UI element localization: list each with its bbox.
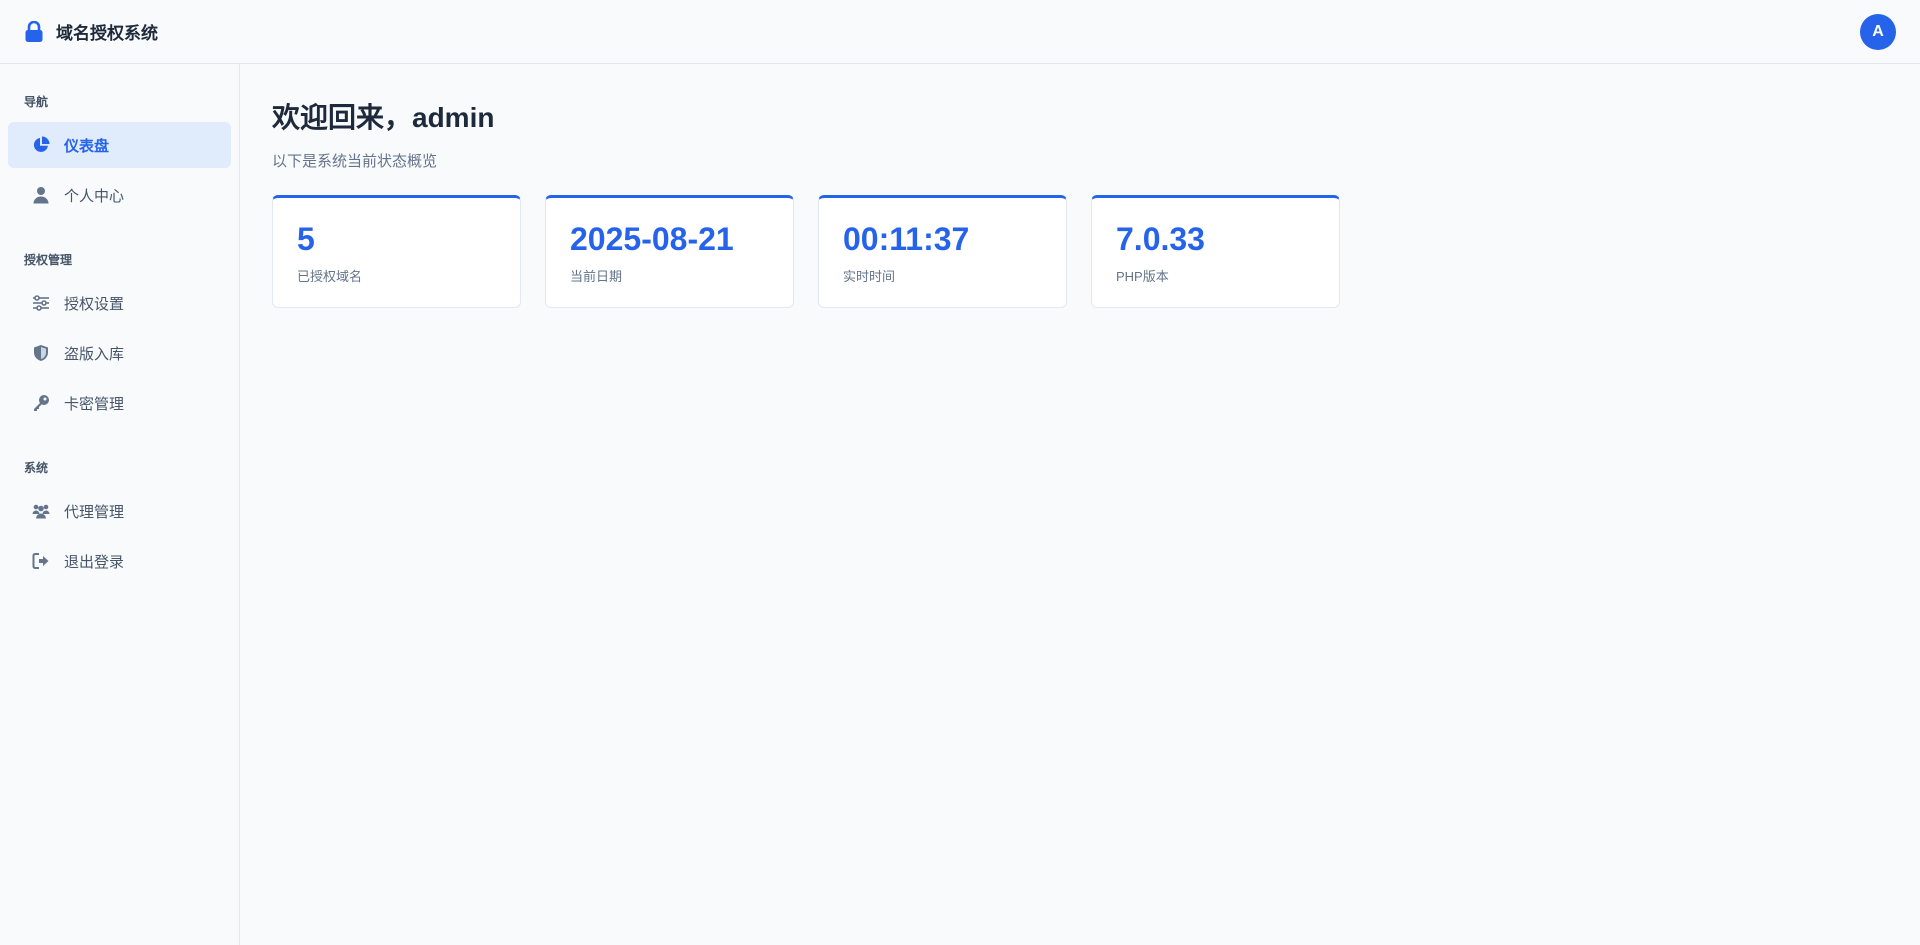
sidebar-item-label: 授权设置 bbox=[64, 295, 125, 313]
sidebar-item-label: 卡密管理 bbox=[64, 395, 125, 413]
sidebar-item-label: 个人中心 bbox=[64, 187, 125, 205]
shield-icon bbox=[32, 344, 50, 362]
stat-label: PHP版本 bbox=[1116, 269, 1169, 284]
stat-label: 已授权域名 bbox=[297, 269, 363, 284]
stat-card-php-version: 7.0.33 PHP版本 bbox=[1091, 195, 1340, 308]
sidebar-item-label: 退出登录 bbox=[64, 553, 125, 571]
section-label-authorization: 授权管理 bbox=[24, 253, 73, 267]
stat-label: 实时时间 bbox=[843, 269, 896, 284]
page-subtitle: 以下是系统当前状态概览 bbox=[272, 153, 438, 170]
sidebar-item-piracy[interactable]: 盗版入库 bbox=[8, 330, 231, 376]
stat-value: 7.0.33 bbox=[1116, 221, 1205, 257]
sidebar-item-logout[interactable]: 退出登录 bbox=[8, 538, 231, 584]
stat-value: 00:11:37 bbox=[843, 221, 970, 257]
avatar[interactable]: A bbox=[1860, 13, 1896, 50]
sidebar-item-profile[interactable]: 个人中心 bbox=[8, 172, 231, 218]
nav-list-navigation: 仪表盘 个人中心 bbox=[8, 122, 231, 218]
sidebar: 导航 仪表盘 个人中心 授权管理 授权设置 盗版入库 卡密管理 系统 代理管理 … bbox=[0, 64, 240, 945]
lock-icon bbox=[24, 20, 44, 43]
user-icon bbox=[32, 186, 50, 204]
section-label-navigation: 导航 bbox=[24, 95, 49, 109]
stat-label: 当前日期 bbox=[570, 269, 623, 284]
key-icon bbox=[32, 394, 50, 412]
pie-chart-icon bbox=[32, 136, 50, 154]
sidebar-item-agents[interactable]: 代理管理 bbox=[8, 488, 231, 534]
nav-list-system: 代理管理 退出登录 bbox=[8, 488, 231, 584]
logout-icon bbox=[32, 552, 50, 570]
nav-list-authorization: 授权设置 盗版入库 卡密管理 bbox=[8, 280, 231, 426]
stat-value: 5 bbox=[297, 221, 315, 257]
stat-card-authorized-domains: 5 已授权域名 bbox=[272, 195, 521, 308]
users-icon bbox=[32, 502, 50, 520]
sidebar-item-auth-settings[interactable]: 授权设置 bbox=[8, 280, 231, 326]
page-title: 欢迎回来，admin bbox=[272, 102, 495, 133]
section-label-system: 系统 bbox=[24, 461, 49, 475]
sidebar-item-label: 代理管理 bbox=[64, 503, 125, 521]
stat-card-current-date: 2025-08-21 当前日期 bbox=[545, 195, 794, 308]
sliders-icon bbox=[32, 294, 50, 312]
stat-value: 2025-08-21 bbox=[570, 221, 734, 257]
sidebar-item-label: 仪表盘 bbox=[64, 137, 110, 155]
app-title: 域名授权系统 bbox=[56, 24, 158, 43]
brand[interactable]: 域名授权系统 bbox=[24, 19, 158, 44]
sidebar-item-card-keys[interactable]: 卡密管理 bbox=[8, 380, 231, 426]
stat-cards: 5 已授权域名 2025-08-21 当前日期 00:11:37 实时时间 7.… bbox=[272, 195, 1888, 308]
main-content: 欢迎回来，admin 以下是系统当前状态概览 5 已授权域名 2025-08-2… bbox=[240, 64, 1920, 945]
sidebar-item-label: 盗版入库 bbox=[64, 345, 125, 363]
stat-card-realtime-clock: 00:11:37 实时时间 bbox=[818, 195, 1067, 308]
sidebar-item-dashboard[interactable]: 仪表盘 bbox=[8, 122, 231, 168]
top-bar: 域名授权系统 A bbox=[0, 0, 1920, 64]
